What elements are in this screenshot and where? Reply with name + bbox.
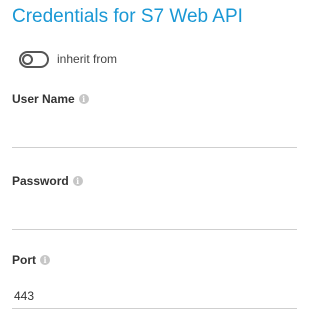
info-icon[interactable]: i (78, 94, 89, 104)
username-label-row: User Name i (12, 92, 297, 106)
password-input[interactable] (12, 204, 297, 230)
inherit-toggle[interactable] (19, 50, 49, 68)
port-label: Port (12, 253, 36, 267)
info-icon[interactable]: i (72, 176, 83, 186)
password-label: Password (12, 174, 69, 188)
password-label-row: Password i (12, 174, 297, 188)
password-field: Password i (12, 174, 297, 230)
inherit-row: inherit from (19, 50, 117, 68)
username-label: User Name (12, 92, 75, 106)
port-label-row: Port i (12, 253, 297, 267)
username-field: User Name i (12, 92, 297, 148)
panel-title: Credentials for S7 Web API (12, 6, 243, 27)
port-input[interactable] (12, 283, 297, 309)
credentials-panel: Credentials for S7 Web API inherit from … (0, 0, 297, 322)
username-input[interactable] (12, 122, 297, 148)
info-icon[interactable]: i (40, 255, 50, 265)
toggle-knob (22, 53, 33, 65)
inherit-label: inherit from (57, 52, 118, 66)
port-field: Port i (12, 253, 297, 309)
